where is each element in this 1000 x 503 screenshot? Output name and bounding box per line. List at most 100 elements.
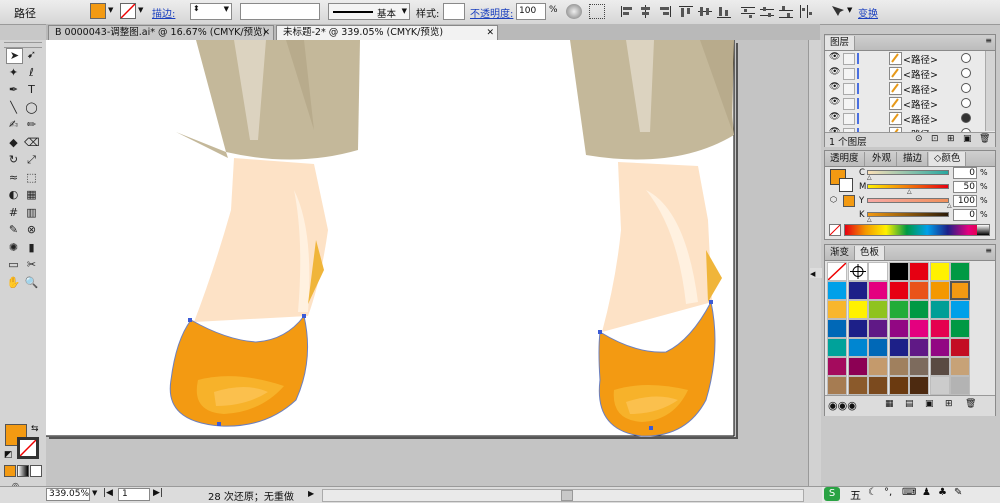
chevron-down-icon[interactable]: ▼ — [108, 6, 113, 14]
default-colors-icon[interactable]: ◩ — [4, 450, 13, 460]
slider-thumb-icon[interactable]: △ — [867, 174, 872, 181]
color-swatch[interactable] — [909, 319, 929, 338]
color-swatch[interactable] — [888, 319, 909, 338]
stroke-swatch[interactable] — [120, 3, 136, 19]
align-center-icon[interactable] — [638, 4, 654, 19]
line-tool-icon[interactable]: ╲ — [6, 101, 21, 115]
color-swatch[interactable] — [827, 281, 847, 300]
eye-icon[interactable]: 👁 — [829, 82, 840, 92]
channel-value[interactable]: 0 — [953, 209, 977, 221]
eye-icon[interactable]: 👁 — [829, 52, 840, 62]
color-swatch[interactable] — [868, 357, 888, 376]
swatch-libraries-icon[interactable]: ◉◉◉ — [828, 399, 857, 412]
distribute-horizontal-icon[interactable] — [797, 4, 813, 19]
swap-fill-stroke-icon[interactable]: ⇆ — [31, 424, 39, 434]
registration-swatch[interactable] — [847, 262, 868, 281]
color-swatch[interactable] — [827, 319, 847, 338]
swatch-options-icon[interactable]: ▤ — [905, 399, 914, 409]
tab-gradient[interactable]: 渐变 — [825, 246, 856, 260]
eraser-tool-icon[interactable]: ⌫ — [24, 136, 40, 150]
selection-tool-icon[interactable]: ➤ — [6, 48, 23, 64]
layer-row[interactable]: 👁 <路径> — [827, 51, 995, 67]
align-left-icon[interactable] — [619, 4, 635, 19]
moon-icon[interactable]: ☾ — [868, 487, 877, 498]
layer-row[interactable]: 👁 <路径> — [827, 81, 995, 97]
keyboard-icon[interactable]: ⌨ — [902, 487, 916, 498]
opacity-input[interactable]: 100 — [516, 3, 546, 20]
fill-swatch[interactable] — [90, 3, 106, 19]
gradient-mode-icon[interactable] — [17, 465, 29, 477]
blend-tool-icon[interactable]: ⊗ — [24, 223, 39, 237]
brush-definition-select[interactable]: 基本 ▼ — [328, 3, 410, 20]
ime-mode-label[interactable]: 五 — [850, 487, 861, 503]
status-menu-arrow[interactable]: ▶ — [308, 489, 314, 498]
direct-selection-tool-icon[interactable]: ➹ — [24, 48, 39, 62]
distribute-bottom-icon[interactable] — [778, 4, 794, 19]
chevron-down-icon[interactable]: ▼ — [138, 6, 143, 14]
color-swatch[interactable] — [929, 300, 950, 319]
document-tab[interactable]: B 0000043-调整图.ai* @ 16.67% (CMYK/预览) ✕ — [48, 25, 274, 40]
color-swatch[interactable] — [847, 338, 868, 357]
align-middle-icon[interactable] — [697, 4, 713, 19]
color-swatch[interactable] — [929, 338, 950, 357]
tab-color[interactable]: ◇颜色 — [929, 152, 967, 166]
color-swatch[interactable] — [827, 357, 847, 376]
ellipse-tool-icon[interactable]: ◯ — [24, 101, 39, 115]
stroke-color-box[interactable] — [17, 437, 39, 459]
color-spectrum[interactable] — [844, 224, 990, 236]
new-layer-icon[interactable]: ▣ — [963, 134, 972, 144]
recolor-artwork-icon[interactable] — [566, 4, 582, 19]
color-swatch[interactable] — [950, 281, 970, 300]
blob-brush-tool-icon[interactable]: ◆ — [6, 136, 21, 150]
color-swatch[interactable] — [868, 281, 888, 300]
color-swatch[interactable] — [888, 357, 909, 376]
layers-scrollbar[interactable] — [985, 51, 995, 131]
artboard-illustration[interactable] — [46, 40, 820, 486]
channel-slider[interactable] — [867, 198, 949, 203]
lock-toggle[interactable] — [843, 83, 855, 95]
symbol-sprayer-tool-icon[interactable]: ✺ — [6, 241, 21, 255]
lasso-tool-icon[interactable]: ℓ — [24, 66, 39, 80]
layer-row[interactable]: 👁 <路径> — [827, 66, 995, 82]
slider-thumb-icon[interactable]: △ — [867, 216, 872, 223]
horizontal-scrollbar[interactable] — [322, 489, 804, 502]
free-transform-tool-icon[interactable]: ⬚ — [24, 171, 39, 185]
align-top-icon[interactable] — [678, 4, 694, 19]
zoom-field[interactable]: 339.05% — [46, 488, 90, 501]
color-mode-icon[interactable] — [4, 465, 16, 477]
none-swatch[interactable] — [827, 262, 847, 281]
previous-artboard-icon[interactable]: |◀ — [103, 488, 113, 498]
canvas-area[interactable] — [46, 40, 821, 486]
tab-stroke[interactable]: 描边 — [898, 152, 929, 166]
next-artboard-icon[interactable]: ▶| — [153, 488, 163, 498]
tab-appearance[interactable]: 外观 — [867, 152, 898, 166]
color-swatch[interactable] — [868, 300, 888, 319]
rotate-tool-icon[interactable]: ↻ — [6, 153, 21, 167]
panel-collapse-arrow[interactable]: ◀ — [810, 268, 822, 278]
artboard-tool-icon[interactable]: ▭ — [6, 258, 21, 272]
color-swatch[interactable] — [950, 376, 970, 395]
color-swatch[interactable] — [847, 376, 868, 395]
locate-object-icon[interactable]: ⊙ — [915, 134, 923, 144]
isolate-icon[interactable] — [830, 4, 846, 19]
none-color-icon[interactable] — [829, 224, 841, 236]
transform-link[interactable]: 变换 — [858, 5, 878, 20]
color-swatch[interactable] — [950, 300, 970, 319]
color-swatch[interactable] — [888, 281, 909, 300]
scale-tool-icon[interactable]: ⤢ — [24, 153, 39, 167]
make-clipping-mask-icon[interactable]: ⊡ — [931, 134, 939, 144]
shirt-icon[interactable]: ♣ — [938, 487, 947, 498]
channel-value[interactable]: 100 — [953, 195, 977, 207]
panel-menu-icon[interactable]: ≡ — [985, 36, 992, 45]
color-swatch[interactable] — [868, 376, 888, 395]
color-swatch[interactable] — [888, 300, 909, 319]
eye-icon[interactable]: 👁 — [829, 97, 840, 107]
color-swatch[interactable] — [929, 376, 950, 395]
user-icon[interactable]: ♟ — [922, 487, 931, 498]
color-swatch[interactable] — [950, 262, 970, 281]
lock-toggle[interactable] — [843, 53, 855, 65]
color-swatch[interactable] — [847, 300, 868, 319]
chevron-down-icon[interactable]: ▼ — [847, 6, 852, 14]
color-swatch[interactable] — [827, 338, 847, 357]
color-swatch[interactable] — [909, 357, 929, 376]
